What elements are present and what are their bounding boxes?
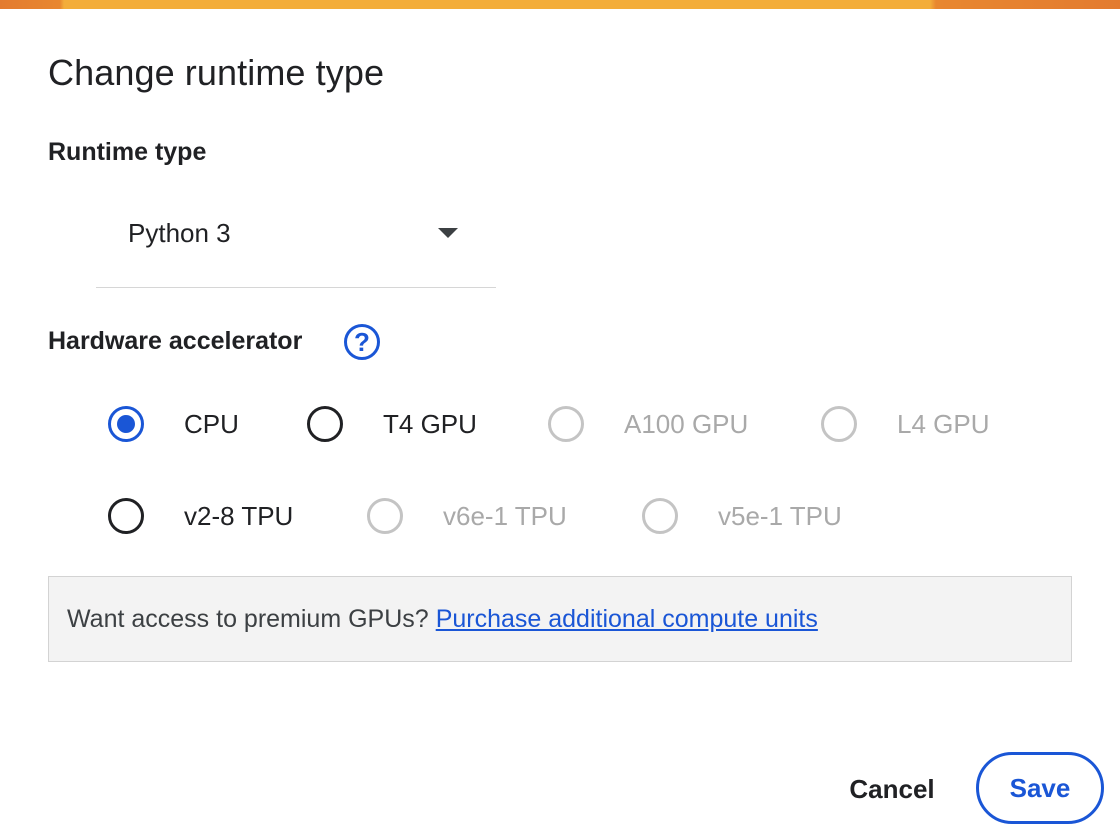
radio-option-v5e-1-tpu: v5e-1 TPU xyxy=(642,498,842,534)
radio-button-disabled xyxy=(367,498,403,534)
radio-label: T4 GPU xyxy=(383,408,477,439)
radio-option-v6e-1-tpu: v6e-1 TPU xyxy=(367,498,567,534)
purchase-compute-units-link[interactable]: Purchase additional compute units xyxy=(436,605,818,634)
radio-label: v5e-1 TPU xyxy=(718,500,842,531)
radio-button-disabled xyxy=(821,406,857,442)
radio-option-cpu[interactable]: CPU xyxy=(108,406,239,442)
help-icon[interactable]: ? xyxy=(344,324,380,360)
save-button[interactable]: Save xyxy=(976,752,1104,824)
radio-label: A100 GPU xyxy=(624,408,749,439)
runtime-type-label: Runtime type xyxy=(48,138,207,166)
radio-option-v2-8-tpu[interactable]: v2-8 TPU xyxy=(108,498,293,534)
radio-button[interactable] xyxy=(307,406,343,442)
radio-label: v6e-1 TPU xyxy=(443,500,567,531)
radio-button[interactable] xyxy=(108,498,144,534)
promo-text: Want access to premium GPUs? xyxy=(67,604,429,633)
top-accent-bar xyxy=(0,0,1120,9)
radio-option-l4-gpu: L4 GPU xyxy=(821,406,990,442)
dropdown-arrow-icon xyxy=(438,228,458,238)
premium-gpu-banner: Want access to premium GPUs? Purchase ad… xyxy=(48,576,1072,662)
radio-label: CPU xyxy=(184,408,239,439)
runtime-type-value: Python 3 xyxy=(128,218,231,248)
cancel-button[interactable]: Cancel xyxy=(836,760,948,818)
radio-label: L4 GPU xyxy=(897,408,990,439)
radio-button-disabled xyxy=(548,406,584,442)
dialog-title: Change runtime type xyxy=(48,52,385,93)
runtime-type-select[interactable]: Python 3 xyxy=(96,200,496,288)
radio-button-checked[interactable] xyxy=(108,406,144,442)
radio-option-a100-gpu: A100 GPU xyxy=(548,406,748,442)
radio-label: v2-8 TPU xyxy=(184,500,294,531)
radio-button-disabled xyxy=(642,498,678,534)
hardware-accelerator-label: Hardware accelerator xyxy=(48,327,303,355)
radio-option-t4-gpu[interactable]: T4 GPU xyxy=(307,406,477,442)
